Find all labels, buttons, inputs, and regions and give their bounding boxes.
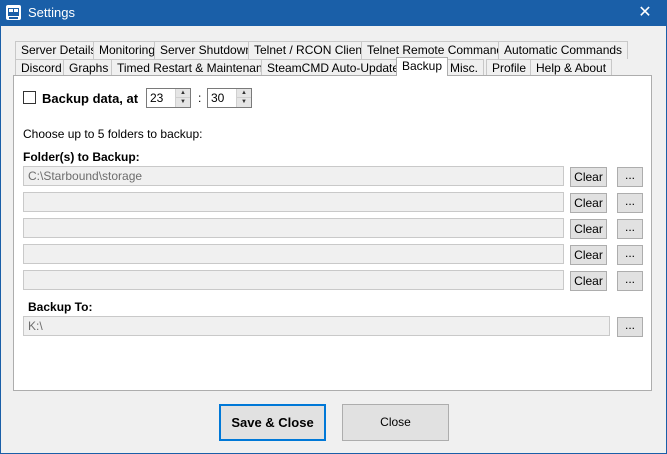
- clear-button-5[interactable]: Clear: [570, 271, 607, 291]
- backup-enabled-checkbox[interactable]: [23, 91, 36, 104]
- tab-backup[interactable]: Backup: [396, 57, 449, 76]
- hour-down-icon[interactable]: ▼: [176, 98, 190, 107]
- hour-value: 23: [150, 91, 164, 105]
- minute-down-icon[interactable]: ▼: [237, 98, 251, 107]
- save-close-button[interactable]: Save & Close: [219, 404, 326, 441]
- hour-stepper-arrows: ▲ ▼: [175, 89, 190, 107]
- backup-tab-panel: [13, 75, 652, 391]
- tab-server-shutdown[interactable]: Server Shutdown: [154, 41, 259, 59]
- backup-minute-stepper[interactable]: 30 ▲ ▼: [207, 88, 252, 108]
- browse-button-2[interactable]: ...: [617, 193, 643, 213]
- hour-up-icon[interactable]: ▲: [176, 89, 190, 98]
- clear-button-1[interactable]: Clear: [570, 167, 607, 187]
- minute-value: 30: [211, 91, 225, 105]
- clear-button-3[interactable]: Clear: [570, 219, 607, 239]
- tab-automatic-commands[interactable]: Automatic Commands: [498, 41, 629, 59]
- browse-button-3[interactable]: ...: [617, 219, 643, 239]
- browse-button-1[interactable]: ...: [617, 167, 643, 187]
- clear-button-4[interactable]: Clear: [570, 245, 607, 265]
- backup-hour-stepper[interactable]: 23 ▲ ▼: [146, 88, 191, 108]
- app-icon: [6, 5, 21, 20]
- window-close-button[interactable]: ✕: [623, 0, 667, 26]
- tab-telnet-rcon-client[interactable]: Telnet / RCON Client: [248, 41, 372, 59]
- backup-to-browse-button[interactable]: ...: [617, 317, 643, 337]
- title-bar: Settings ✕: [0, 0, 667, 26]
- window-title: Settings: [28, 5, 75, 20]
- tab-server-details[interactable]: Server Details: [15, 41, 103, 59]
- minute-stepper-arrows: ▲ ▼: [236, 89, 251, 107]
- clear-button-2[interactable]: Clear: [570, 193, 607, 213]
- minute-up-icon[interactable]: ▲: [237, 89, 251, 98]
- tab-monitoring[interactable]: Monitoring: [93, 41, 162, 59]
- browse-button-5[interactable]: ...: [617, 271, 643, 291]
- close-button[interactable]: Close: [342, 404, 449, 441]
- browse-button-4[interactable]: ...: [617, 245, 643, 265]
